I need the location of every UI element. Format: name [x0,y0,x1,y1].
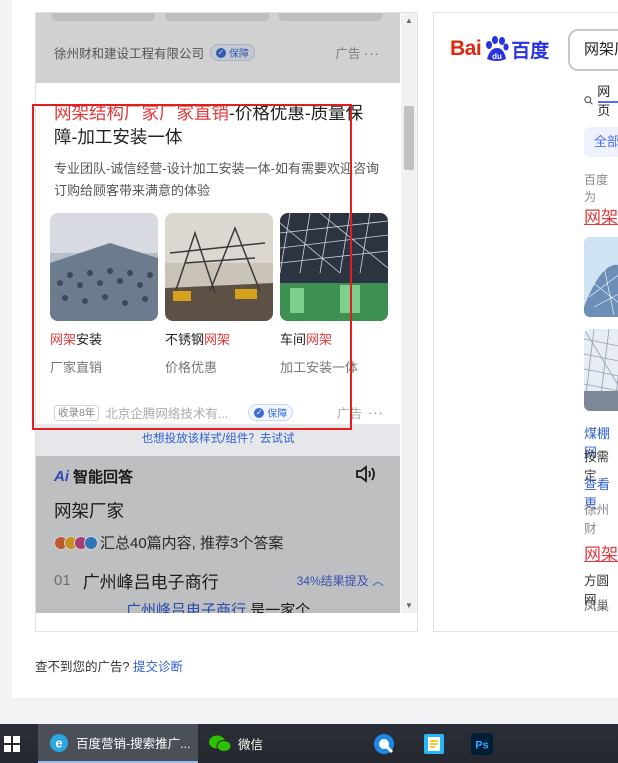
space-frame-image[interactable] [584,329,618,411]
taskbar-browser-item[interactable]: e 百度营销-搜索推广... [38,724,198,763]
more-icon[interactable]: ··· [368,405,384,420]
serp-result-title[interactable]: 网架 [584,203,618,228]
serp-note: 百度为 [584,173,609,204]
search-input[interactable]: 网架厂 [568,29,618,71]
baidu-paw-icon: du [486,36,509,61]
filter-all-button[interactable]: 全部 [584,127,618,157]
baidu-logo: Bai du 百度 [450,36,550,62]
submit-diagnosis-link[interactable]: 提交诊断 [133,660,183,674]
browser-alt-icon[interactable] [372,732,396,756]
wechat-icon [209,735,232,752]
taskbar: e 百度营销-搜索推广... 微信 Ps [0,724,618,763]
serp-preview-panel: Bai du 百度 网架厂 网页 全部 百度为 网架 [433,12,618,632]
windows-start-icon[interactable] [4,736,20,752]
taskbar-wechat-item[interactable]: 微信 [206,724,263,763]
serp-source: 凤巢 [584,599,610,613]
svg-text:du: du [492,52,502,61]
svg-text:e: e [55,735,62,750]
serp-source: 徐州财 [584,503,610,536]
photoshop-icon[interactable]: Ps [470,732,494,756]
scroll-down-icon[interactable]: ▼ [405,601,413,610]
scroll-up-icon[interactable]: ▲ [405,16,413,25]
search-icon [584,95,593,105]
tab-webpage[interactable]: 网页 [584,81,618,119]
svg-text:Ps: Ps [475,740,488,752]
diagnosis-note: 查不到您的广告? 提交诊断 [35,660,183,674]
serp-result-title[interactable]: 网架 [584,540,618,565]
preview-scrollbar[interactable]: ▲ ▼ [401,13,417,613]
dim-overlay-top [36,13,400,83]
dome-image[interactable] [584,237,618,317]
notes-app-icon[interactable] [422,732,446,756]
scroll-thumb[interactable] [404,106,414,170]
dim-overlay-bottom [36,456,400,613]
highlight-frame [32,104,352,430]
browser-icon: e [50,733,68,752]
